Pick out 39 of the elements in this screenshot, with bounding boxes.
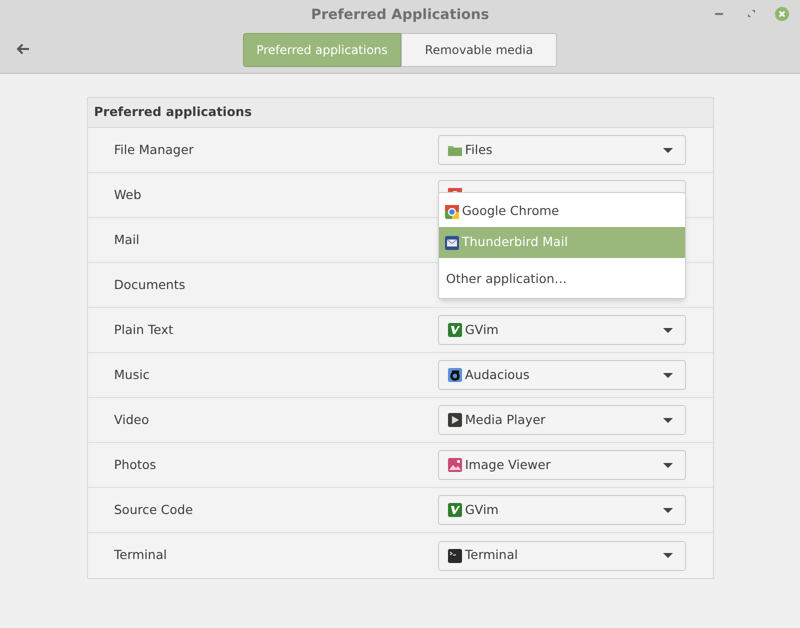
app-dropdown[interactable]: GVim — [438, 315, 686, 345]
section-title: Preferred applications — [94, 103, 252, 122]
app-dropdown[interactable]: Terminal — [438, 540, 686, 570]
app-dropdown[interactable]: GVim — [438, 495, 686, 525]
app-dropdown[interactable]: Files — [438, 135, 686, 165]
editor-icon — [447, 502, 463, 518]
dropdown-arrow-icon — [663, 148, 673, 152]
menu-item[interactable]: Google Chrome — [439, 196, 685, 227]
tab[interactable]: Removable media — [401, 33, 557, 67]
dropdown-arrow-icon — [663, 372, 673, 378]
app-dropdown[interactable]: Image Viewer — [438, 450, 686, 480]
row-label: Web — [114, 186, 142, 204]
dropdown-arrow-icon — [663, 553, 673, 558]
envelope-icon — [444, 234, 460, 250]
menu-item[interactable]: Other application… — [439, 263, 685, 295]
row-label: Source Code — [114, 500, 194, 519]
dropdown-arrow-icon — [663, 508, 673, 512]
dropdown-arrow-icon — [663, 418, 673, 422]
dropdown-arrow-icon — [663, 328, 673, 332]
row-label: Video — [114, 410, 150, 429]
window-title: Preferred Applications — [310, 6, 490, 25]
editor-icon — [447, 322, 463, 338]
row-label: Documents — [114, 276, 186, 294]
row-label: Music — [114, 366, 151, 384]
app-dropdown[interactable]: Audacious — [438, 360, 686, 390]
row-label: Terminal — [114, 546, 168, 564]
row-label: Photos — [114, 456, 158, 474]
back-arrow-icon[interactable] — [16, 43, 30, 55]
restore-icon[interactable] — [748, 10, 755, 17]
play-icon — [447, 412, 463, 428]
close-icon[interactable] — [775, 7, 789, 21]
music-app-icon — [447, 367, 463, 383]
row-label: Mail — [114, 230, 140, 249]
app-dropdown[interactable]: Media Player — [438, 405, 686, 435]
terminal-icon — [447, 548, 463, 564]
dropdown-arrow-icon — [663, 462, 673, 468]
row-label: File Manager — [114, 140, 195, 159]
picture-icon — [447, 457, 463, 473]
row-label: Plain Text — [114, 320, 174, 339]
